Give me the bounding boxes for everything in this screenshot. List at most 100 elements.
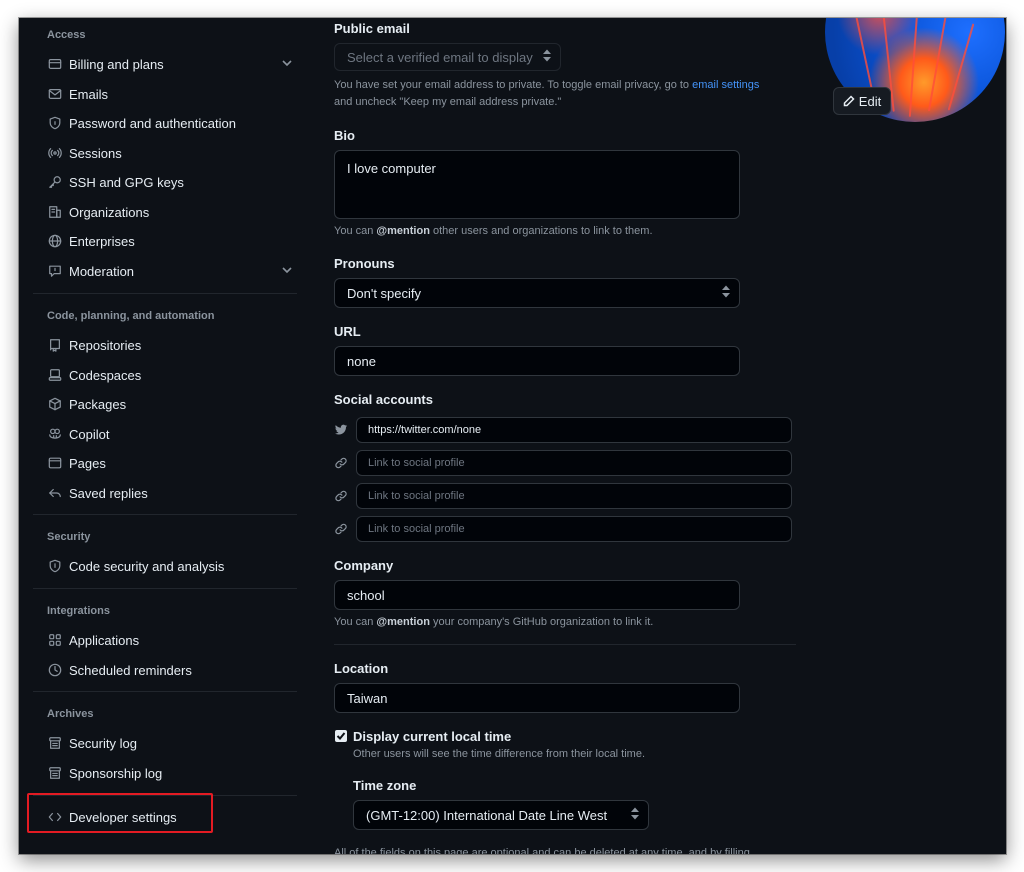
sidebar-item-label: Security log (69, 735, 137, 751)
local-time-label: Display current local time (353, 729, 512, 744)
link-icon (334, 522, 348, 536)
pronouns-label: Pronouns (334, 256, 395, 271)
sidebar-divider (33, 588, 297, 589)
organization-icon (47, 204, 63, 220)
pronouns-select[interactable]: Don't specify (334, 278, 740, 308)
sidebar-item-billing[interactable]: Billing and plans (39, 50, 299, 78)
company-note: You can @mention your company's GitHub o… (334, 614, 804, 631)
repo-icon (47, 337, 63, 353)
sidebar-item-saved-replies[interactable]: Saved replies (39, 479, 299, 507)
sidebar-item-packages[interactable]: Packages (39, 390, 299, 418)
group-title-access: Access (47, 29, 86, 41)
sidebar-item-sponsorship-log[interactable]: Sponsorship log (39, 759, 299, 787)
group-title-security: Security (47, 531, 91, 543)
log-icon (47, 735, 63, 751)
location-value: Taiwan (347, 690, 388, 706)
social-account-row: Link to social profile (334, 450, 794, 476)
sidebar-item-code-security[interactable]: Code security and analysis (39, 552, 299, 580)
broadcast-icon (47, 145, 63, 161)
social-link-input[interactable]: https://twitter.com/none (356, 417, 792, 443)
public-email-note: You have set your email address to priva… (334, 77, 804, 111)
social-link-input[interactable]: Link to social profile (356, 450, 792, 476)
sidebar-item-label: Packages (69, 396, 127, 412)
link-icon (334, 489, 348, 503)
bio-note-text-2: other users and organizations to link to… (429, 225, 653, 237)
url-label: URL (334, 324, 361, 339)
sidebar-item-emails[interactable]: Emails (39, 80, 299, 108)
copilot-icon (47, 426, 63, 442)
bio-value: I love computer (347, 161, 436, 176)
profile-form: Public email Select a verified email to … (334, 18, 814, 854)
social-account-row: https://twitter.com/none (334, 417, 794, 443)
sidebar-item-label: Billing and plans (69, 56, 164, 72)
mention-text: @mention (376, 225, 430, 237)
location-label: Location (334, 661, 389, 676)
browser-icon (47, 455, 63, 471)
sidebar-item-enterprises[interactable]: Enterprises (39, 227, 299, 255)
sidebar-item-label: Scheduled reminders (69, 662, 192, 678)
footer-note: All of the fields on this page are optio… (334, 847, 750, 854)
sidebar-item-ssh-gpg[interactable]: SSH and GPG keys (39, 168, 299, 196)
sidebar-divider (33, 514, 297, 515)
key-icon (47, 174, 63, 190)
sidebar-item-moderation[interactable]: Moderation (39, 257, 299, 285)
sidebar-item-label: Sponsorship log (69, 765, 163, 781)
sidebar-item-codespaces[interactable]: Codespaces (39, 361, 299, 389)
url-input[interactable]: none (334, 346, 740, 376)
shield-icon (47, 558, 63, 574)
local-time-checkbox[interactable] (335, 730, 347, 742)
sidebar-item-organizations[interactable]: Organizations (39, 198, 299, 226)
public-email-select[interactable]: Select a verified email to display (334, 43, 561, 71)
sidebar-item-label: Enterprises (69, 233, 135, 249)
bio-textarea[interactable]: I love computer (334, 150, 740, 219)
location-input[interactable]: Taiwan (334, 683, 740, 713)
public-email-note-text-2: and uncheck "Keep my email address priva… (334, 96, 562, 108)
section-divider (334, 644, 796, 645)
twitter-icon (334, 423, 348, 437)
sidebar-item-label: Repositories (69, 337, 142, 353)
sidebar-item-label: SSH and GPG keys (69, 174, 184, 190)
social-link-value: https://twitter.com/none (368, 424, 482, 436)
reply-icon (47, 485, 63, 501)
sidebar-item-label: Sessions (69, 145, 122, 161)
social-link-input[interactable]: Link to social profile (356, 516, 792, 542)
shield-lock-icon (47, 115, 63, 131)
clock-icon (47, 662, 63, 678)
avatar-texture (927, 18, 949, 112)
sidebar-item-password[interactable]: Password and authentication (39, 109, 299, 137)
time-zone-label: Time zone (353, 778, 417, 793)
email-settings-link[interactable]: email settings (692, 79, 759, 91)
sidebar-divider (33, 293, 297, 294)
sidebar-item-repositories[interactable]: Repositories (39, 331, 299, 359)
public-email-note-text: You have set your email address to priva… (334, 79, 693, 91)
select-arrows-icon (631, 807, 639, 823)
social-link-input[interactable]: Link to social profile (356, 483, 792, 509)
chevron-down-icon[interactable] (281, 264, 293, 279)
sidebar-item-applications[interactable]: Applications (39, 626, 299, 654)
company-note-text-2: your company's GitHub organization to li… (429, 616, 654, 628)
edit-avatar-button[interactable]: Edit (833, 87, 891, 115)
mention-text: @mention (376, 616, 430, 628)
social-accounts-label: Social accounts (334, 392, 433, 407)
sidebar-item-label: Emails (69, 86, 109, 102)
apps-icon (47, 632, 63, 648)
settings-window: Access Billing and plans Emails Password… (19, 18, 1006, 854)
time-zone-value: (GMT-12:00) International Date Line West (366, 807, 608, 823)
sidebar-item-pages[interactable]: Pages (39, 449, 299, 477)
sidebar-item-copilot[interactable]: Copilot (39, 420, 299, 448)
local-time-note: Other users will see the time difference… (353, 748, 646, 760)
time-zone-select[interactable]: (GMT-12:00) International Date Line West (353, 800, 649, 830)
social-link-placeholder: Link to social profile (368, 457, 465, 469)
company-input[interactable]: school (334, 580, 740, 610)
mail-icon (47, 86, 63, 102)
group-title-code: Code, planning, and automation (47, 310, 215, 322)
codespaces-icon (47, 367, 63, 383)
sidebar-item-security-log[interactable]: Security log (39, 729, 299, 757)
pronouns-value: Don't specify (347, 285, 422, 301)
sidebar-item-scheduled-reminders[interactable]: Scheduled reminders (39, 656, 299, 684)
package-icon (47, 396, 63, 412)
sidebar-item-sessions[interactable]: Sessions (39, 139, 299, 167)
sidebar-item-label: Password and authentication (69, 115, 236, 131)
chevron-down-icon[interactable] (281, 57, 293, 72)
link-icon (334, 456, 348, 470)
